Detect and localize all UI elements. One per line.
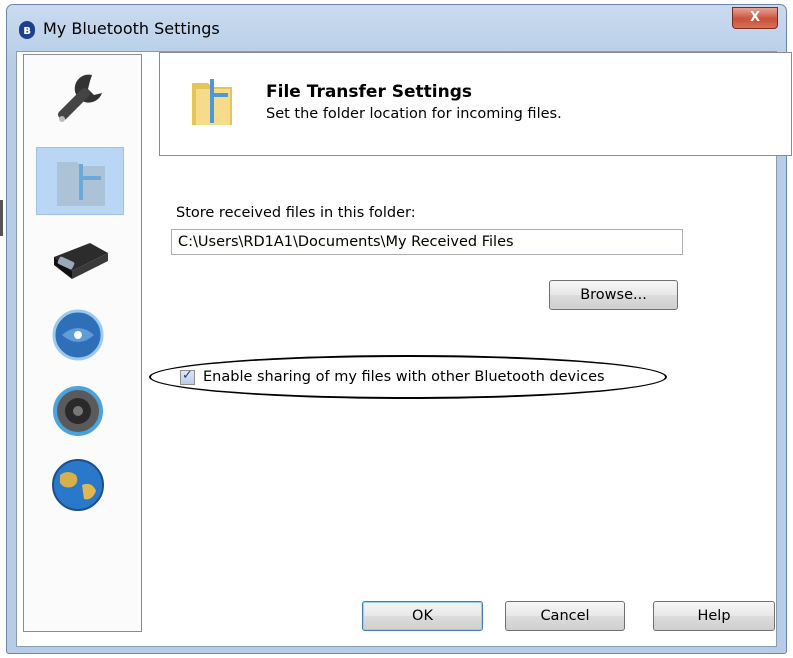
browse-button[interactable]: Browse... (549, 280, 678, 310)
sidebar-item-general[interactable] (36, 65, 124, 133)
network-globe-icon (52, 309, 104, 361)
ok-button[interactable]: OK (362, 601, 483, 631)
serial-port-icon (54, 243, 108, 279)
sharing-checkbox[interactable]: ✓ (180, 368, 195, 385)
bluetooth-icon: ʙ (19, 21, 35, 39)
checkmark-icon: ✓ (182, 368, 193, 383)
sidebar-item-serial-port[interactable] (36, 227, 124, 295)
sidebar-item-network[interactable] (36, 301, 124, 369)
sidebar-item-audio[interactable] (36, 377, 124, 445)
window-title: My Bluetooth Settings (43, 19, 220, 38)
sidebar (23, 54, 142, 632)
sidebar-item-internet[interactable] (36, 451, 124, 519)
header-subtitle: Set the folder location for incoming fil… (266, 106, 562, 122)
wrench-icon (57, 74, 102, 122)
left-edge-mark (0, 200, 3, 236)
sharing-checkbox-label[interactable]: Enable sharing of my files with other Bl… (203, 369, 605, 385)
folder-label: Store received files in this folder: (176, 205, 416, 221)
folder-icon (192, 79, 232, 125)
title-bar[interactable]: ʙ My Bluetooth Settings X (7, 5, 786, 45)
speaker-icon (53, 386, 103, 436)
header-title: File Transfer Settings (266, 82, 472, 102)
help-button[interactable]: Help (653, 601, 775, 631)
folder-transfer-icon (57, 162, 105, 206)
cancel-button[interactable]: Cancel (505, 601, 625, 631)
sidebar-item-file-transfer[interactable] (36, 147, 124, 215)
folder-path-field[interactable]: C:\Users\RD1A1\Documents\My Received Fil… (171, 229, 683, 255)
settings-header: File Transfer Settings Set the folder lo… (159, 52, 792, 156)
earth-globe-icon (52, 459, 104, 511)
close-button[interactable]: X (732, 7, 778, 29)
